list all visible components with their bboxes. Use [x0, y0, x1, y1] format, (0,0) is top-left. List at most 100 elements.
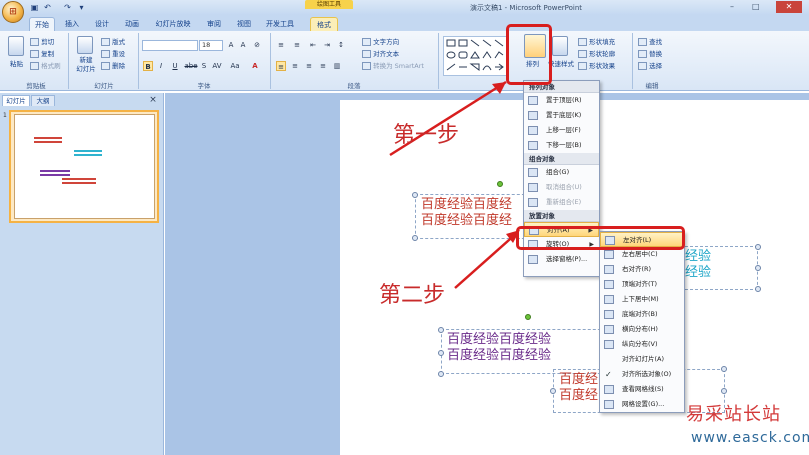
window-title: 演示文稿1 - Microsoft PowerPoint: [470, 4, 583, 12]
cursor-icon: [638, 62, 647, 70]
shadow-button[interactable]: S: [199, 61, 209, 71]
layout-button[interactable]: 版式: [101, 36, 125, 46]
new-slide-label[interactable]: 新建 幻灯片: [73, 56, 99, 74]
tab-format[interactable]: 格式: [310, 17, 338, 31]
undo-icon[interactable]: ↶: [43, 3, 52, 12]
reset-button[interactable]: 重设: [101, 48, 125, 58]
copy-icon: [30, 50, 39, 58]
ungroup-label: 取消组合(U): [546, 183, 582, 191]
replace-button[interactable]: 替换: [638, 48, 662, 58]
redo-icon[interactable]: ↷: [63, 3, 72, 12]
reset-label: 重设: [112, 50, 126, 58]
find-button[interactable]: 查找: [638, 36, 662, 46]
tab-animations[interactable]: 动画: [120, 17, 144, 31]
align-left-icon[interactable]: ≡: [276, 61, 286, 71]
tab-outline[interactable]: 大纲: [31, 95, 55, 106]
clear-format-icon[interactable]: ⊘: [252, 40, 262, 50]
minimize-icon[interactable]: –: [730, 2, 734, 11]
cut-button[interactable]: 剪切: [30, 36, 54, 46]
resize-handle[interactable]: [721, 388, 727, 394]
distribute-vertically-item[interactable]: 纵向分布(V): [600, 337, 684, 352]
resize-handle[interactable]: [438, 350, 444, 356]
tab-review[interactable]: 审阅: [202, 17, 226, 31]
align-right-item[interactable]: 右对齐(R): [600, 262, 684, 277]
format-painter-button[interactable]: 格式刷: [30, 60, 61, 70]
cut-label: 剪切: [41, 38, 55, 46]
thumbnail-text: [62, 182, 96, 184]
slide-number: 1: [3, 112, 7, 119]
tab-design[interactable]: 设计: [90, 17, 114, 31]
align-right-icon[interactable]: ≡: [304, 61, 314, 71]
align-middle-item[interactable]: 上下居中(M): [600, 292, 684, 307]
customize-qat-icon[interactable]: ▾: [77, 3, 86, 12]
paste-label[interactable]: 粘贴: [10, 58, 23, 68]
tab-view[interactable]: 视图: [232, 17, 256, 31]
distribute-horizontally-label: 横向分布(H): [622, 325, 658, 333]
close-pane-icon[interactable]: ×: [148, 95, 158, 105]
group-label-slides: 幻灯片: [94, 82, 114, 90]
align-top-item[interactable]: 顶端对齐(T): [600, 277, 684, 292]
align-to-slide-item[interactable]: 对齐幻灯片(A): [600, 352, 684, 367]
italic-button[interactable]: I: [156, 61, 166, 71]
shape-outline-button[interactable]: 形状轮廓: [578, 48, 615, 58]
grow-font-icon[interactable]: A: [226, 40, 236, 50]
view-gridlines-label: 查看网格线(S): [622, 385, 664, 393]
copy-button[interactable]: 复制: [30, 48, 54, 58]
font-size-combo[interactable]: 18: [199, 40, 223, 51]
resize-handle[interactable]: [438, 371, 444, 377]
char-spacing-icon[interactable]: AV: [212, 61, 222, 71]
resize-handle[interactable]: [755, 286, 761, 292]
align-center-icon[interactable]: ≡: [290, 61, 300, 71]
delete-label: 删除: [112, 62, 126, 70]
change-case-icon[interactable]: Aa: [230, 61, 240, 71]
font-color-icon[interactable]: A: [250, 61, 260, 71]
paste-icon[interactable]: [8, 36, 24, 56]
decrease-indent-icon[interactable]: ⇤: [308, 40, 318, 50]
resize-handle[interactable]: [755, 265, 761, 271]
text-direction-button[interactable]: 文字方向: [362, 36, 399, 46]
distribute-horizontally-item[interactable]: 横向分布(H): [600, 322, 684, 337]
shape-effects-button[interactable]: 形状效果: [578, 60, 615, 70]
columns-icon[interactable]: ▥: [332, 61, 342, 71]
tab-slideshow[interactable]: 幻灯片放映: [150, 17, 196, 31]
tab-insert[interactable]: 插入: [60, 17, 84, 31]
shrink-font-icon[interactable]: A: [238, 40, 248, 50]
close-window-icon[interactable]: ✕: [776, 1, 802, 13]
numbering-icon[interactable]: ≡: [292, 40, 302, 50]
grid-settings-item[interactable]: 网格设置(G)...: [600, 397, 684, 412]
resize-handle[interactable]: [721, 366, 727, 372]
quick-styles-icon[interactable]: [552, 36, 568, 56]
align-selected-objects-item[interactable]: ✓ 对齐所选对象(O): [600, 367, 684, 382]
save-icon[interactable]: ▣: [30, 3, 39, 12]
effects-icon: [578, 62, 587, 70]
view-gridlines-item[interactable]: 查看网格线(S): [600, 382, 684, 397]
align-to-slide-label: 对齐幻灯片(A): [622, 355, 665, 363]
delete-slide-button[interactable]: 删除: [101, 60, 125, 70]
align-text-button[interactable]: 对齐文本: [362, 48, 399, 58]
office-button[interactable]: ⊞: [2, 1, 24, 23]
resize-handle[interactable]: [438, 327, 444, 333]
line-spacing-icon[interactable]: ↕: [336, 40, 346, 50]
shape-fill-button[interactable]: 形状填充: [578, 36, 615, 46]
find-label: 查找: [649, 38, 663, 46]
resize-handle[interactable]: [755, 244, 761, 250]
tab-slides[interactable]: 幻灯片: [2, 95, 30, 106]
align-bottom-item[interactable]: 底端对齐(B): [600, 307, 684, 322]
select-button[interactable]: 选择: [638, 60, 662, 70]
maximize-icon[interactable]: □: [752, 2, 760, 11]
underline-button[interactable]: U: [170, 61, 180, 71]
textbox-3[interactable]: 百度经验百度经验 百度经验百度经验: [441, 329, 611, 374]
tab-home[interactable]: 开始: [29, 17, 55, 31]
slide-thumbnail[interactable]: [14, 114, 155, 219]
group-separator: [68, 33, 69, 89]
increase-indent-icon[interactable]: ⇥: [322, 40, 332, 50]
align-middle-icon: [604, 295, 614, 304]
font-name-combo[interactable]: [142, 40, 198, 51]
tab-developer[interactable]: 开发工具: [262, 17, 298, 31]
new-slide-icon[interactable]: [77, 36, 93, 54]
resize-handle[interactable]: [550, 388, 556, 394]
strikethrough-button[interactable]: abe: [184, 61, 198, 71]
justify-icon[interactable]: ≡: [318, 61, 328, 71]
bold-button[interactable]: B: [143, 61, 153, 71]
bullets-icon[interactable]: ≡: [276, 40, 286, 50]
